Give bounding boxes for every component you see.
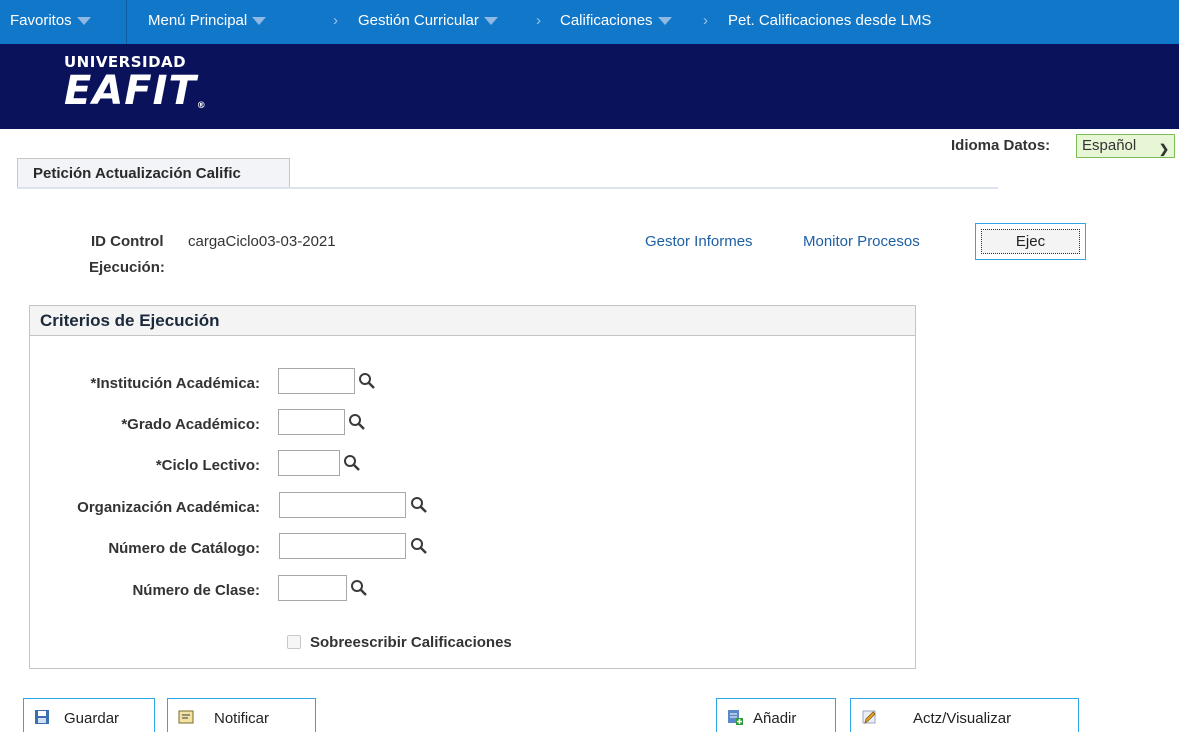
search-icon[interactable] (343, 454, 361, 472)
language-select[interactable]: Español ❯ (1076, 134, 1175, 158)
run-control-value: cargaCiclo03-03-2021 (188, 233, 336, 250)
academic-org-input[interactable] (279, 492, 406, 518)
breadcrumb-grades[interactable]: Calificaciones (560, 12, 672, 29)
career-input[interactable] (278, 409, 345, 435)
search-icon[interactable] (410, 537, 428, 555)
term-input[interactable] (278, 450, 340, 476)
dropdown-arrow-icon (483, 17, 498, 25)
notify-label: Notificar (214, 710, 270, 727)
save-button[interactable]: Guardar (23, 698, 155, 732)
search-icon[interactable] (410, 496, 428, 514)
overwrite-grades-label: Sobreescribir Calificaciones (310, 634, 512, 651)
language-selected-value: Español (1082, 137, 1137, 154)
overwrite-grades-checkbox[interactable] (287, 635, 301, 649)
run-button[interactable]: Ejec (975, 223, 1086, 260)
institution-input[interactable] (278, 368, 355, 394)
favorites-label: Favoritos (10, 12, 72, 29)
academic-org-label: Organización Académica: (77, 499, 260, 516)
run-button-label: Ejec (981, 229, 1080, 254)
main-menu-label: Menú Principal (148, 12, 248, 29)
search-icon[interactable] (358, 372, 376, 390)
catalog-number-input[interactable] (279, 533, 406, 559)
search-icon[interactable] (348, 413, 366, 431)
breadcrumb-grades-label: Calificaciones (560, 12, 653, 29)
update-display-label: Actz/Visualizar (913, 710, 1012, 727)
breadcrumb-chevron-icon: › (703, 12, 708, 29)
institution-label: *Institución Académica: (90, 375, 260, 392)
add-label: Añadir (753, 710, 797, 727)
run-control-label: ID Control (91, 233, 164, 250)
breadcrumb-curriculum-label: Gestión Curricular (358, 12, 479, 29)
save-label: Guardar (64, 710, 120, 727)
edit-pencil-icon (862, 710, 876, 724)
main-menu[interactable]: Menú Principal (148, 12, 267, 29)
language-label: Idioma Datos: (951, 137, 1051, 154)
tab-label: Petición Actualización Calific (33, 165, 241, 182)
eafit-logo: UNIVERSIDAD EAFIT® (64, 55, 207, 112)
logo-line-2: EAFIT® (64, 71, 207, 111)
dropdown-arrow-icon (252, 17, 267, 25)
report-manager-link[interactable]: Gestor Informes (645, 233, 753, 250)
catalog-number-label: Número de Catálogo: (108, 540, 260, 557)
breadcrumb-chevron-icon: › (536, 12, 541, 29)
breadcrumb-chevron-icon: › (333, 12, 338, 29)
career-label: *Grado Académico: (121, 416, 260, 433)
breadcrumb-current-page[interactable]: Pet. Calificaciones desde LMS (728, 12, 931, 29)
process-monitor-link[interactable]: Monitor Procesos (803, 233, 920, 250)
run-control-label-2: Ejecución: (89, 259, 165, 276)
update-display-button[interactable]: Actz/Visualizar (850, 698, 1079, 732)
tab-underline (17, 187, 998, 189)
breadcrumb-current-label: Pet. Calificaciones desde LMS (728, 12, 932, 29)
registered-mark: ® (196, 101, 207, 111)
header-banner: UNIVERSIDAD EAFIT® (0, 44, 1179, 129)
logo-wordmark: EAFIT (64, 68, 197, 114)
search-icon[interactable] (350, 579, 368, 597)
dropdown-arrow-icon (76, 17, 91, 25)
save-icon (35, 710, 49, 724)
chevron-down-icon: ❯ (1158, 142, 1169, 156)
add-button[interactable]: Añadir (716, 698, 836, 732)
top-nav-bar: Favoritos Menú Principal › Gestión Curri… (0, 0, 1179, 44)
class-number-input[interactable] (278, 575, 347, 601)
breadcrumb-curriculum[interactable]: Gestión Curricular (358, 12, 498, 29)
run-criteria-group: Criterios de Ejecución (29, 305, 916, 669)
add-icon (728, 710, 743, 725)
run-criteria-title: Criterios de Ejecución (30, 306, 915, 336)
nav-divider (126, 0, 127, 44)
dropdown-arrow-icon (657, 17, 672, 25)
tab-grade-update-request[interactable]: Petición Actualización Calific (17, 158, 290, 187)
notify-button[interactable]: Notificar (167, 698, 316, 732)
term-label: *Ciclo Lectivo: (155, 457, 260, 474)
favorites-menu[interactable]: Favoritos (10, 12, 91, 29)
class-number-label: Número de Clase: (132, 582, 260, 599)
notify-icon (178, 710, 194, 724)
